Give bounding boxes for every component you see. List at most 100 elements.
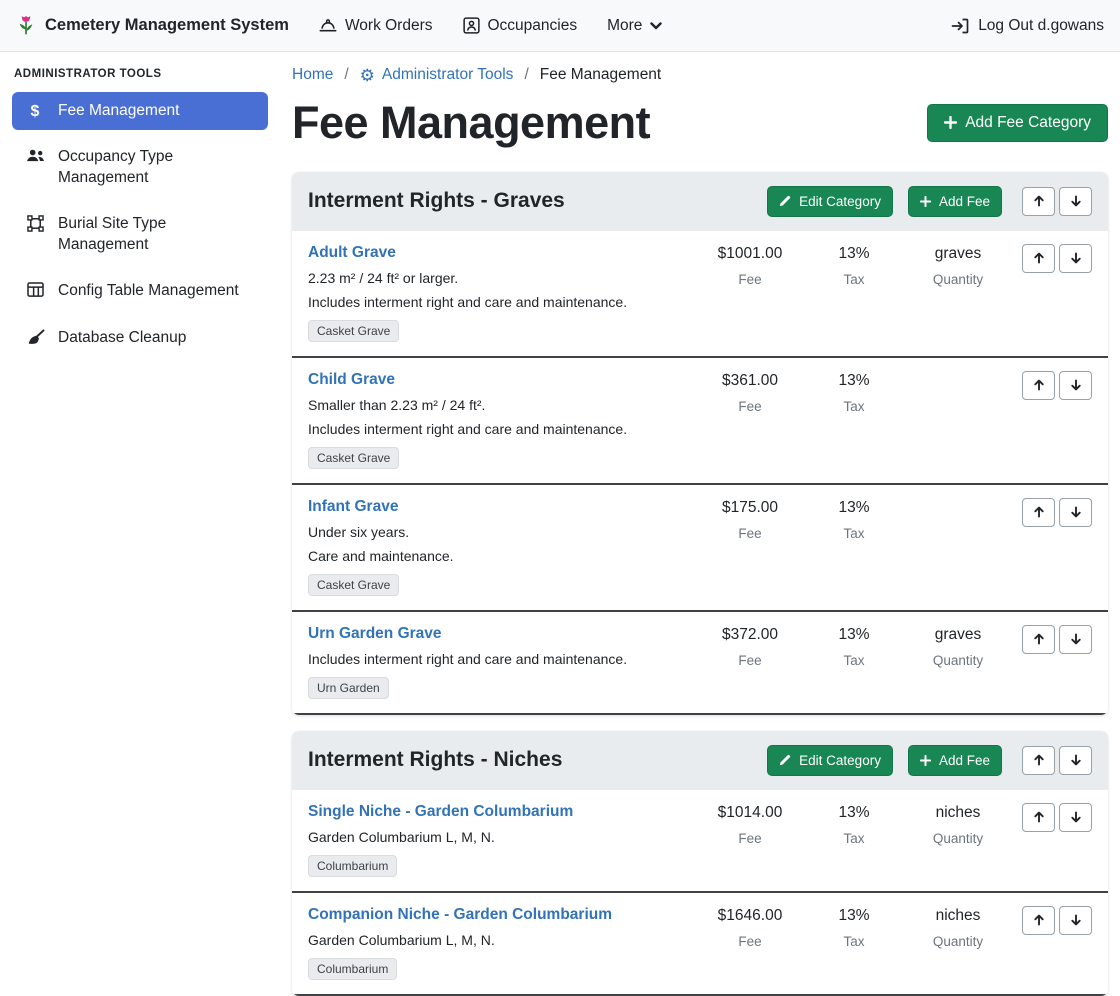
- fee-name-link[interactable]: Urn Garden Grave: [308, 625, 692, 643]
- fee-type-badge: Columbarium: [308, 958, 397, 980]
- arrow-up-icon: [1033, 506, 1045, 518]
- sidebar-item-label: Burial Site Type Management: [58, 214, 256, 255]
- fee-move-up-button[interactable]: [1022, 244, 1055, 273]
- tax-value: 13%: [802, 804, 906, 823]
- fee-category-card-graves: Interment Rights - Graves Edit Category …: [292, 172, 1108, 715]
- fee-amount: $1646.00: [698, 907, 802, 926]
- category-move-up-button[interactable]: [1022, 187, 1055, 216]
- arrow-up-icon: [1033, 811, 1045, 823]
- nav-label: Occupancies: [488, 17, 578, 35]
- fee-amount-column: $175.00Fee: [698, 498, 802, 541]
- admin-sidebar: ADMINISTRATOR TOOLS $ Fee Management Occ…: [0, 52, 280, 939]
- add-fee-category-button[interactable]: Add Fee Category: [927, 104, 1108, 142]
- tax-value: 13%: [802, 372, 906, 391]
- main-content: Home / ⚙ Administrator Tools / Fee Manag…: [280, 52, 1120, 939]
- broom-icon: [24, 329, 46, 345]
- fee-move-up-button[interactable]: [1022, 371, 1055, 400]
- quantity-label: Quantity: [906, 831, 1010, 846]
- fee-amount-column: $372.00 Fee: [698, 625, 802, 668]
- category-move-up-button[interactable]: [1022, 746, 1055, 775]
- users-icon: [24, 148, 46, 163]
- category-move-down-button[interactable]: [1059, 746, 1092, 775]
- app-brand[interactable]: Cemetery Management System: [16, 14, 289, 38]
- fee-move-down-button[interactable]: [1059, 906, 1092, 935]
- fee-label: Fee: [698, 399, 802, 414]
- fee-label: Fee: [698, 653, 802, 668]
- fee-label: Fee: [698, 272, 802, 287]
- arrow-up-icon: [1033, 252, 1045, 264]
- nav-item-occupancies[interactable]: Occupancies: [463, 17, 578, 35]
- arrow-down-icon: [1070, 379, 1082, 391]
- edit-category-button[interactable]: Edit Category: [767, 186, 893, 217]
- fee-amount: $361.00: [698, 372, 802, 391]
- breadcrumb-separator: /: [524, 66, 528, 84]
- nav-item-work-orders[interactable]: Work Orders: [319, 17, 433, 35]
- logout-label: Log Out d.gowans: [978, 17, 1104, 35]
- tax-label: Tax: [802, 653, 906, 668]
- fee-move-up-button[interactable]: [1022, 906, 1055, 935]
- fee-type-badge: Casket Grave: [308, 320, 399, 342]
- fee-move-up-button[interactable]: [1022, 625, 1055, 654]
- add-fee-button[interactable]: Add Fee: [908, 745, 1002, 776]
- sidebar-item-occupancy-type-management[interactable]: Occupancy Type Management: [12, 138, 268, 197]
- tax-column: 13%Tax: [802, 498, 906, 541]
- sidebar-item-database-cleanup[interactable]: Database Cleanup: [12, 319, 268, 357]
- sidebar-item-burial-site-type-management[interactable]: Burial Site Type Management: [12, 205, 268, 264]
- fee-move-down-button[interactable]: [1059, 244, 1092, 273]
- tax-label: Tax: [802, 399, 906, 414]
- fee-row: Child Grave Smaller than 2.23 m² / 24 ft…: [292, 358, 1108, 485]
- fee-name-link[interactable]: Infant Grave: [308, 498, 692, 516]
- fee-name-link[interactable]: Child Grave: [308, 371, 692, 389]
- fee-move-up-button[interactable]: [1022, 803, 1055, 832]
- quantity-label: Quantity: [906, 272, 1010, 287]
- fee-move-down-button[interactable]: [1059, 371, 1092, 400]
- quantity-column: graves Quantity: [906, 244, 1010, 287]
- breadcrumb-home-link[interactable]: Home: [292, 66, 333, 84]
- logout-button[interactable]: Log Out d.gowans: [951, 17, 1104, 35]
- edit-category-button[interactable]: Edit Category: [767, 745, 893, 776]
- fee-type-badge: Casket Grave: [308, 574, 399, 596]
- fee-amount: $372.00: [698, 626, 802, 645]
- fee-amount-column: $1014.00Fee: [698, 803, 802, 846]
- arrow-down-icon: [1070, 811, 1082, 823]
- fee-name-link[interactable]: Single Niche - Garden Columbarium: [308, 803, 692, 821]
- fee-description: Garden Columbarium L, M, N.: [308, 932, 692, 948]
- tax-value: 13%: [802, 907, 906, 926]
- arrow-up-icon: [1033, 379, 1045, 391]
- category-move-down-button[interactable]: [1059, 187, 1092, 216]
- sidebar-item-fee-management[interactable]: $ Fee Management: [12, 92, 268, 130]
- nav-label: More: [607, 17, 642, 35]
- pencil-icon: [779, 195, 791, 207]
- sidebar-item-config-table-management[interactable]: Config Table Management: [12, 272, 268, 310]
- quantity-column: nichesQuantity: [906, 906, 1010, 949]
- fee-name-link[interactable]: Companion Niche - Garden Columbarium: [308, 906, 692, 924]
- fee-amount: $175.00: [698, 499, 802, 518]
- fee-name-link[interactable]: Adult Grave: [308, 244, 692, 262]
- logout-icon: [951, 18, 969, 34]
- quantity-column: [906, 371, 1010, 372]
- add-fee-button[interactable]: Add Fee: [908, 186, 1002, 217]
- fee-description: Includes interment right and care and ma…: [308, 651, 692, 667]
- category-header: Interment Rights - Niches Edit Category …: [292, 731, 1108, 790]
- quantity-label: Quantity: [906, 653, 1010, 668]
- tax-label: Tax: [802, 934, 906, 949]
- tulip-logo-icon: [16, 14, 36, 38]
- fee-move-down-button[interactable]: [1059, 625, 1092, 654]
- tax-label: Tax: [802, 526, 906, 541]
- breadcrumb-admin-tools-link[interactable]: ⚙ Administrator Tools: [360, 66, 514, 84]
- fee-amount-column: $361.00 Fee: [698, 371, 802, 414]
- fee-move-down-button[interactable]: [1059, 498, 1092, 527]
- fee-move-up-button[interactable]: [1022, 498, 1055, 527]
- fee-label: Fee: [698, 934, 802, 949]
- fee-amount-column: $1646.00 Fee: [698, 906, 802, 949]
- arrow-up-icon: [1033, 633, 1045, 645]
- quantity-value: graves: [906, 245, 1010, 264]
- fee-move-down-button[interactable]: [1059, 803, 1092, 832]
- top-navbar: Cemetery Management System Work Orders O…: [0, 0, 1120, 52]
- tax-column: 13% Tax: [802, 906, 906, 949]
- nav-item-more[interactable]: More: [607, 17, 662, 35]
- quantity-column: nichesQuantity: [906, 803, 1010, 846]
- app-title: Cemetery Management System: [45, 16, 289, 35]
- fee-row: Urn Garden Grave Includes interment righ…: [292, 612, 1108, 715]
- plus-icon: [920, 196, 931, 207]
